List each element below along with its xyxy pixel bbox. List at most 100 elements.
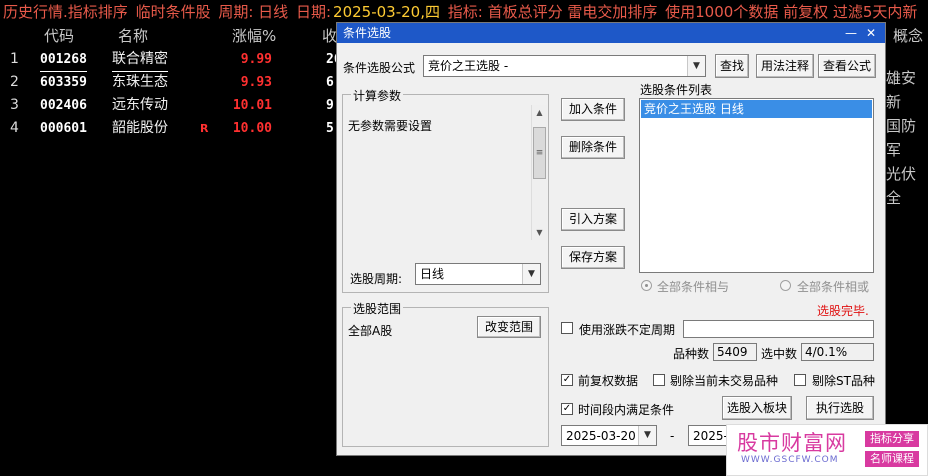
exclude-untraded-checkbox[interactable]	[653, 374, 665, 386]
watermark-site: WWW.GSCFW.COM	[741, 455, 839, 465]
col-close[interactable]: 收	[322, 24, 337, 48]
condition-list-label: 选股条件列表	[640, 83, 713, 97]
chevron-down-icon[interactable]: ▼	[638, 426, 656, 445]
watermark-logo: 股市财富网 WWW.GSCFW.COM 指标分享 名师课程	[726, 424, 928, 476]
watermark-tag: 指标分享	[865, 431, 919, 447]
dialog-titlebar[interactable]: 条件选股 — ✕	[337, 23, 885, 43]
stock-change-pct: 10.00	[232, 121, 272, 136]
save-scheme-button[interactable]: 保存方案	[561, 246, 625, 269]
range-value: 全部A股	[348, 324, 393, 338]
chevron-down-icon[interactable]: ▼	[687, 56, 705, 76]
stock-code: 000601	[40, 121, 87, 136]
stock-table: 1 001268 联合精密 9.99 26. 2 603359 东珠生态 9.9…	[0, 48, 349, 140]
stock-code: 603359	[40, 75, 87, 90]
chevron-down-icon[interactable]: ▼	[522, 264, 540, 284]
change-range-button[interactable]: 改变范围	[477, 316, 541, 338]
condition-list[interactable]: 竞价之王选股 日线	[639, 98, 874, 273]
table-row[interactable]: 4 000601 韶能股份 R 10.00 5.	[0, 117, 342, 140]
exclude-st-label: 剔除ST品种	[812, 374, 875, 388]
row-index: 2	[10, 74, 19, 90]
date-from-picker[interactable]: 2025-03-20 ▼	[561, 425, 657, 446]
uncertain-period-label: 使用涨跌不定周期	[579, 323, 676, 337]
table-row[interactable]: 2 603359 东珠生态 9.93 6.	[0, 71, 342, 94]
watermark-tag: 名师课程	[865, 451, 919, 467]
table-row[interactable]: 1 001268 联合精密 9.99 26.	[0, 48, 349, 72]
topbar-period: 周期: 日线	[218, 3, 289, 21]
find-button[interactable]: 查找	[715, 54, 749, 78]
minimize-button[interactable]: —	[843, 23, 859, 43]
condition-select-dialog: 条件选股 — ✕ 条件选股公式 竞价之王选股 - ▼ 查找 用法注释 查看公式 …	[336, 22, 886, 456]
stock-mark: R	[200, 122, 209, 135]
radio-or-label: 全部条件相或	[797, 280, 870, 294]
col-concept[interactable]: 概念	[893, 24, 923, 48]
exclude-st-checkbox[interactable]	[794, 374, 806, 386]
topbar-options: 使用1000个数据 前复权 过滤5天内新	[665, 3, 918, 21]
range-group: 选股范围 全部A股 改变范围	[342, 300, 549, 447]
col-code[interactable]: 代码	[44, 24, 74, 48]
concept-cell: 国防军	[886, 117, 917, 159]
count-label: 品种数	[673, 347, 710, 361]
params-group: 计算参数 无参数需要设置 ▲ ≡ ▼ 选股周期: 日线 ▼	[342, 87, 549, 293]
stock-name: 联合精密	[112, 48, 168, 72]
stock-change-pct: 10.01	[232, 98, 272, 113]
row-index: 1	[10, 51, 19, 67]
radio-and-label: 全部条件相与	[657, 280, 730, 294]
col-name[interactable]: 名称	[118, 24, 148, 48]
fq-data-label: 前复权数据	[578, 374, 639, 388]
top-status-bar: 历史行情.指标排序 临时条件股 周期: 日线 日期: 2025-03-20,四 指…	[0, 0, 928, 24]
date-separator: -	[670, 429, 675, 443]
params-scrollbar[interactable]: ▲ ≡ ▼	[531, 105, 547, 240]
run-selection-button[interactable]: 执行选股	[806, 396, 874, 420]
range-group-title: 选股范围	[351, 300, 404, 317]
formula-value: 竞价之王选股 -	[428, 59, 509, 73]
radio-and[interactable]	[641, 280, 652, 291]
stock-name: 东珠生态	[112, 74, 168, 90]
add-to-block-button[interactable]: 选股入板块	[722, 396, 792, 420]
stock-code: 002406	[40, 98, 87, 113]
hit-label: 选中数	[761, 347, 798, 361]
scroll-down-icon[interactable]: ▼	[532, 225, 547, 240]
add-condition-button[interactable]: 加入条件	[561, 98, 625, 121]
row-index: 4	[10, 120, 19, 136]
topbar-mode: 历史行情.指标排序	[3, 3, 128, 21]
watermark-brand: 股市财富网	[737, 431, 847, 455]
stock-code: 001268	[40, 48, 87, 72]
params-text: 无参数需要设置	[348, 119, 433, 133]
period-label: 选股周期:	[350, 272, 403, 286]
dialog-title: 条件选股	[343, 26, 392, 40]
topbar-indicator: 指标: 首板总评分 雷电交加排序	[447, 3, 658, 21]
formula-label: 条件选股公式	[343, 61, 416, 75]
concept-cell: 光伏 全	[886, 165, 917, 207]
radio-or[interactable]	[780, 280, 791, 291]
period-value: 日线	[420, 267, 445, 281]
hit-value: 4/0.1%	[801, 343, 874, 361]
condition-list-item[interactable]: 竞价之王选股 日线	[641, 100, 872, 118]
stock-name: 远东传动	[112, 97, 168, 113]
scroll-up-icon[interactable]: ▲	[532, 105, 547, 120]
fq-data-checkbox[interactable]: ✓	[561, 374, 573, 386]
params-group-title: 计算参数	[351, 87, 404, 104]
scroll-thumb[interactable]: ≡	[533, 127, 546, 179]
date-from-value: 2025-03-20	[566, 429, 636, 443]
close-button[interactable]: ✕	[863, 23, 879, 43]
usage-notes-button[interactable]: 用法注释	[756, 54, 814, 78]
time-range-checkbox[interactable]: ✓	[561, 403, 573, 415]
stock-change-pct: 9.99	[240, 52, 272, 67]
table-row[interactable]: 3 002406 远东传动 10.01 9.	[0, 94, 342, 117]
delete-condition-button[interactable]: 删除条件	[561, 136, 625, 159]
view-formula-button[interactable]: 查看公式	[818, 54, 876, 78]
concept-cell: 雄安新	[886, 69, 917, 111]
import-scheme-button[interactable]: 引入方案	[561, 208, 625, 231]
count-value: 5409	[713, 343, 757, 361]
col-change-pct[interactable]: 涨幅%	[232, 24, 276, 48]
row-index: 3	[10, 97, 19, 113]
topbar-date: 2025-03-20,四	[333, 3, 440, 21]
period-select[interactable]: 日线 ▼	[415, 263, 541, 285]
time-range-label: 时间段内满足条件	[578, 403, 675, 417]
formula-select[interactable]: 竞价之王选股 - ▼	[423, 55, 706, 77]
topbar-date-label: 日期:	[295, 3, 332, 21]
concept-column: 雄安新 国防军 光伏 全	[886, 66, 928, 210]
uncertain-period-input[interactable]	[683, 320, 874, 338]
uncertain-period-checkbox[interactable]	[561, 322, 573, 334]
status-text: 选股完毕.	[817, 304, 869, 318]
